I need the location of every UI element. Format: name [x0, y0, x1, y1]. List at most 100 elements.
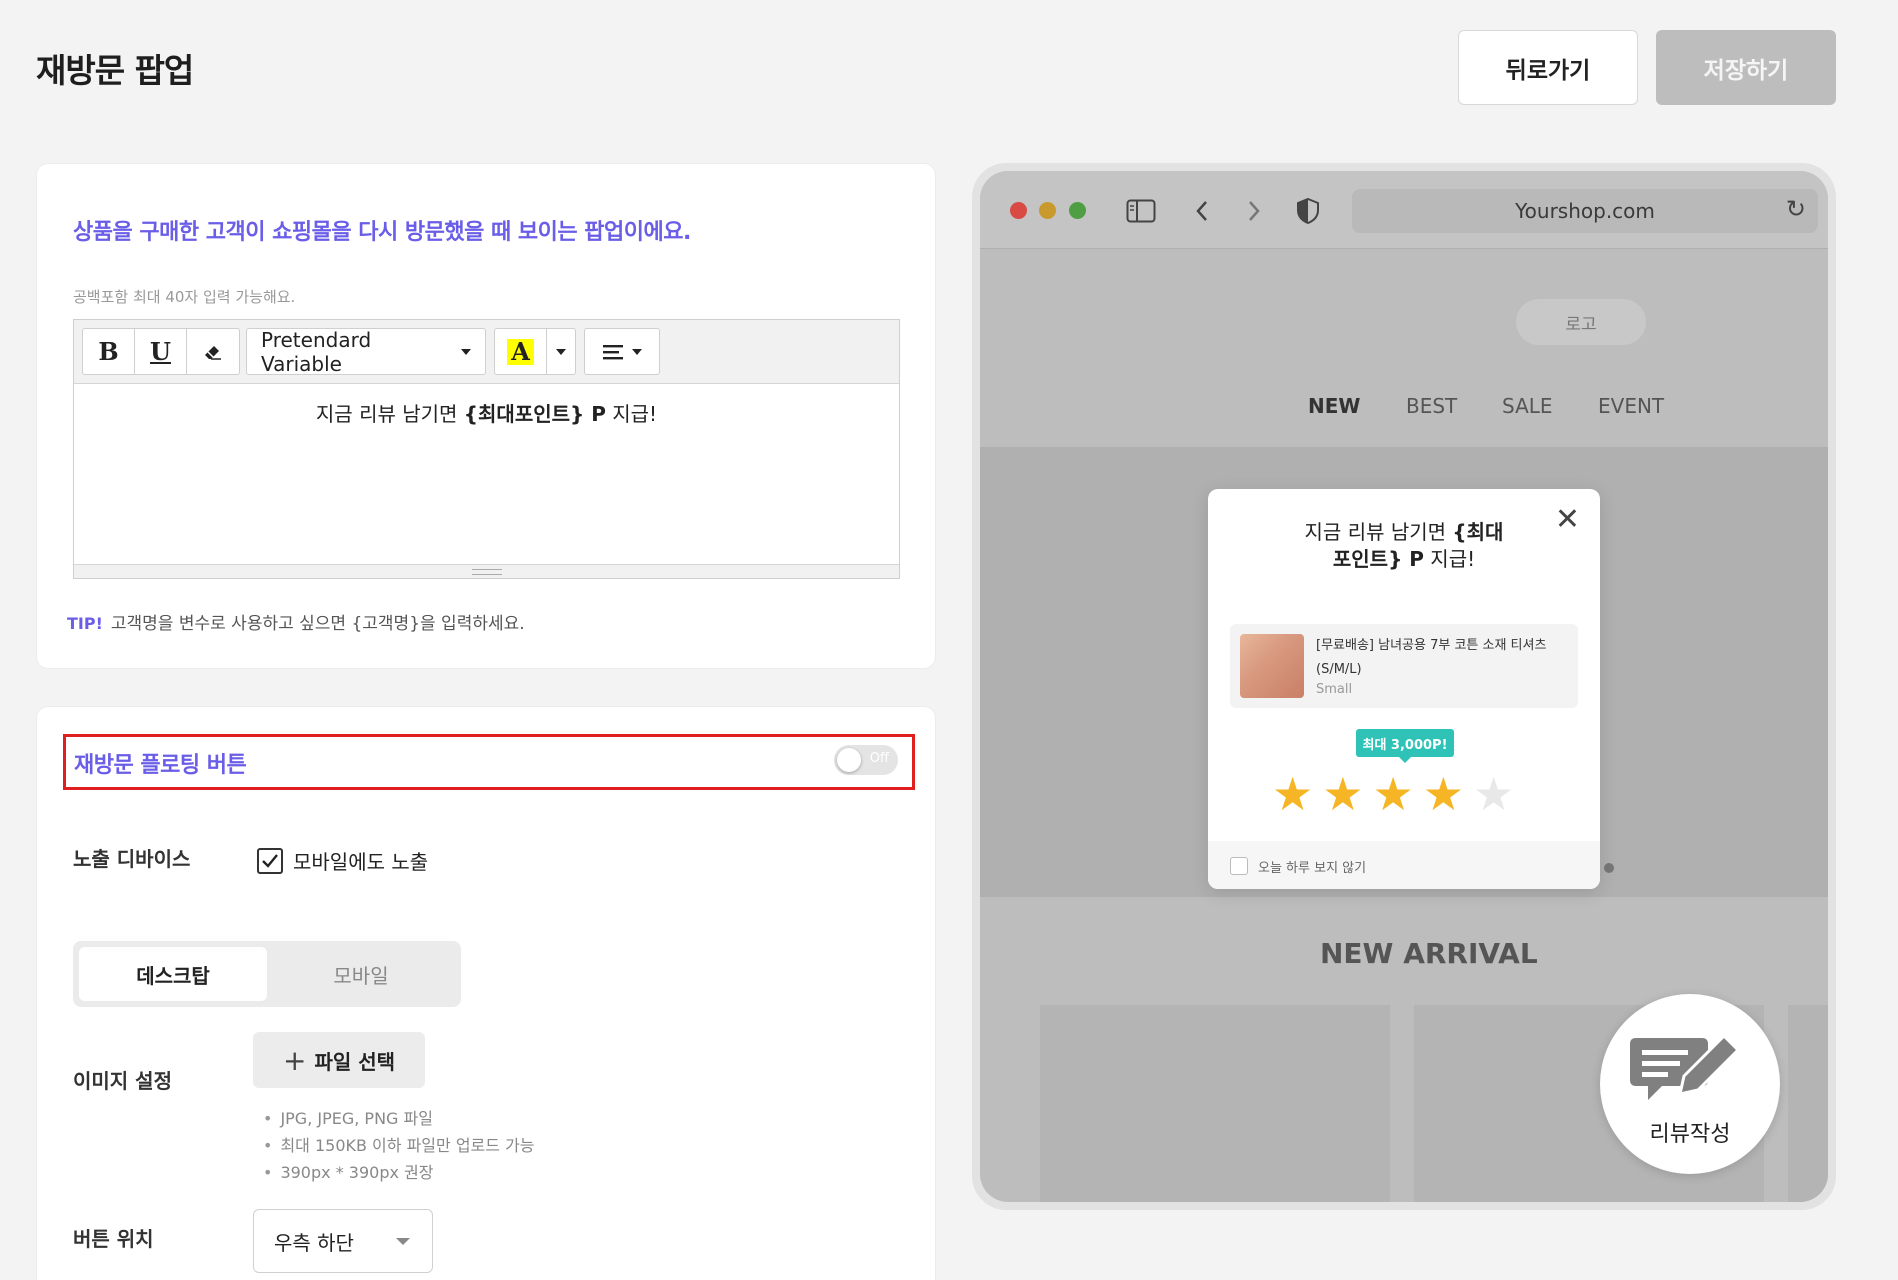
browser-mockup: Yourshop.com ↻ 로고 NEW BEST SALE EVENT NE…: [980, 171, 1828, 1202]
tip-body: 고객명을 변수로 사용하고 싶으면 {고객명}을 입력하세요.: [110, 614, 525, 634]
floating-button-toggle[interactable]: Off: [834, 745, 898, 775]
file-select-button[interactable]: + 파일 선택: [253, 1032, 425, 1088]
button-position-select[interactable]: 우측 하단: [253, 1209, 433, 1273]
tip-label: TIP!: [67, 614, 103, 633]
sidebar-icon: [1126, 199, 1156, 223]
char-limit-hint: 공백포함 최대 40자 입력 가능해요.: [73, 288, 296, 306]
product-thumbnail: [1240, 634, 1304, 698]
format-button-group: B U: [82, 328, 240, 375]
check-icon: [262, 853, 278, 868]
popup-message-prefix: 지금 리뷰 남기면: [1304, 520, 1453, 544]
url-text: Yourshop.com: [1515, 199, 1655, 223]
back-arrow-icon: [1196, 201, 1207, 221]
product-tile: [1788, 1005, 1828, 1202]
text-color-picker[interactable]: A: [494, 328, 576, 375]
bold-button[interactable]: B: [83, 329, 135, 374]
banner-pager-dot: [1604, 863, 1614, 873]
nav-best: BEST: [1406, 394, 1458, 418]
review-fab-label: 리뷰작성: [1649, 1122, 1731, 1147]
text-color-icon: A: [507, 338, 534, 365]
tip-text: TIP! 고객명을 변수로 사용하고 싶으면 {고객명}을 입력하세요.: [67, 609, 525, 634]
eraser-icon: [205, 345, 221, 360]
font-select[interactable]: Pretendard Variable: [246, 327, 486, 376]
chevron-down-icon: [632, 348, 642, 355]
star-filled-icon: ★: [1322, 767, 1364, 821]
forward-arrow-icon: [1249, 201, 1260, 221]
editor-resize-handle[interactable]: [74, 564, 899, 578]
nav-sale: SALE: [1502, 394, 1553, 418]
popup-description-heading: 상품을 구매한 고객이 쇼핑몰을 다시 방문했을 때 보이는 팝업이에요.: [73, 220, 691, 245]
product-card: [무료배송] 남녀공용 7부 코튼 소재 티셔츠 (S/M/L) Small: [1230, 624, 1578, 708]
text-color-button[interactable]: A: [495, 329, 547, 374]
window-maximize-dot: [1069, 202, 1086, 219]
star-empty-icon: ★: [1473, 767, 1515, 821]
address-bar: Yourshop.com ↻: [1352, 189, 1818, 233]
reload-icon: ↻: [1785, 195, 1806, 223]
popup-message-bold-1: {최대: [1452, 520, 1504, 544]
star-filled-icon: ★: [1372, 767, 1414, 821]
star-rating: ★ ★ ★ ★ ★: [1272, 771, 1514, 817]
review-floating-button: 리뷰작성: [1600, 994, 1780, 1174]
max-point-badge: 최대 3,000P!: [1356, 729, 1454, 763]
toggle-knob: [837, 748, 861, 772]
revisit-popup: ✕ 지금 리뷰 남기면 {최대 포인트} P 지급! [무료배송] 남녀공용 7…: [1208, 489, 1600, 889]
back-button[interactable]: 뒤로가기: [1458, 30, 1638, 105]
file-note: 최대 150KB 이하 파일만 업로드 가능: [263, 1132, 534, 1159]
popup-message: 지금 리뷰 남기면 {최대 포인트} P 지급!: [1248, 519, 1560, 573]
file-select-label: 파일 선택: [314, 1049, 396, 1074]
chevron-down-icon: [396, 1238, 410, 1245]
browser-toolbar: Yourshop.com ↻: [980, 171, 1828, 249]
star-filled-icon: ★: [1272, 767, 1314, 821]
plus-icon: +: [282, 1043, 307, 1077]
floating-button-card: 재방문 플로팅 버튼 Off 노출 디바이스 모바일에도 노출 데스크탑 모바일…: [36, 706, 936, 1280]
button-position-label: 버튼 위치: [73, 1227, 154, 1251]
dont-show-label: 오늘 하루 보지 않기: [1258, 861, 1367, 876]
editor-text-variable: {최대포인트} P: [463, 402, 606, 426]
text-color-dropdown[interactable]: [547, 348, 575, 355]
save-button[interactable]: 저장하기: [1656, 30, 1836, 105]
align-select[interactable]: [584, 328, 660, 375]
product-variant: Small: [1316, 682, 1353, 697]
popup-message-bold-2: 포인트} P: [1332, 547, 1424, 571]
star-filled-icon: ★: [1422, 767, 1464, 821]
dont-show-checkbox: [1230, 857, 1248, 875]
editor-content[interactable]: 지금 리뷰 남기면 {최대포인트} P 지급!: [74, 384, 899, 564]
shield-icon: [1297, 197, 1319, 225]
image-setting-label: 이미지 설정: [73, 1069, 172, 1093]
chevron-down-icon: [556, 348, 566, 355]
editor-text-suffix: 지급!: [605, 402, 658, 426]
button-position-value: 우측 하단: [274, 1230, 354, 1255]
rich-text-editor: B U Pretendard Variable A 지금 리뷰 남기면 {최대포…: [73, 319, 900, 579]
preview-frame: Yourshop.com ↻ 로고 NEW BEST SALE EVENT NE…: [972, 163, 1836, 1210]
review-write-icon: [1630, 1033, 1741, 1100]
nav-event: EVENT: [1598, 394, 1665, 418]
tab-desktop[interactable]: 데스크탑: [79, 947, 267, 1001]
eraser-button[interactable]: [187, 329, 239, 374]
popup-text-card: 상품을 구매한 고객이 쇼핑몰을 다시 방문했을 때 보이는 팝업이에요. 공백…: [36, 163, 936, 669]
mobile-exposure-checkbox[interactable]: [257, 847, 283, 874]
popup-footer: 오늘 하루 보지 않기: [1208, 841, 1600, 889]
file-note: 390px * 390px 권장: [263, 1159, 535, 1186]
popup-message-suffix: 지급!: [1423, 547, 1476, 571]
tab-mobile[interactable]: 모바일: [267, 947, 455, 1001]
device-tabs: 데스크탑 모바일: [73, 941, 461, 1007]
floating-button-heading: 재방문 플로팅 버튼: [74, 753, 247, 778]
section-title: NEW ARRIVAL: [1320, 937, 1538, 970]
underline-button[interactable]: U: [135, 329, 187, 374]
page-title: 재방문 팝업: [36, 51, 194, 90]
font-select-value: Pretendard Variable: [261, 327, 372, 376]
product-name: [무료배송] 남녀공용 7부 코튼 소재 티셔츠 (S/M/L): [1316, 638, 1547, 677]
device-label: 노출 디바이스: [73, 847, 191, 871]
toggle-state-text: Off: [869, 751, 889, 766]
window-minimize-dot: [1039, 202, 1056, 219]
align-center-icon: [603, 344, 623, 359]
floating-button-header: 재방문 플로팅 버튼 Off: [63, 734, 915, 790]
mobile-exposure-option[interactable]: 모바일에도 노출: [257, 846, 428, 875]
file-note: JPG, JPEG, PNG 파일: [263, 1105, 535, 1132]
chevron-down-icon: [461, 348, 471, 355]
editor-toolbar: B U Pretendard Variable A: [74, 320, 899, 384]
mobile-exposure-label: 모바일에도 노출: [293, 850, 429, 874]
file-requirements: JPG, JPEG, PNG 파일 최대 150KB 이하 파일만 업로드 가능…: [263, 1105, 535, 1186]
editor-text-prefix: 지금 리뷰 남기면: [315, 402, 464, 426]
shop-logo: 로고: [1516, 299, 1646, 345]
